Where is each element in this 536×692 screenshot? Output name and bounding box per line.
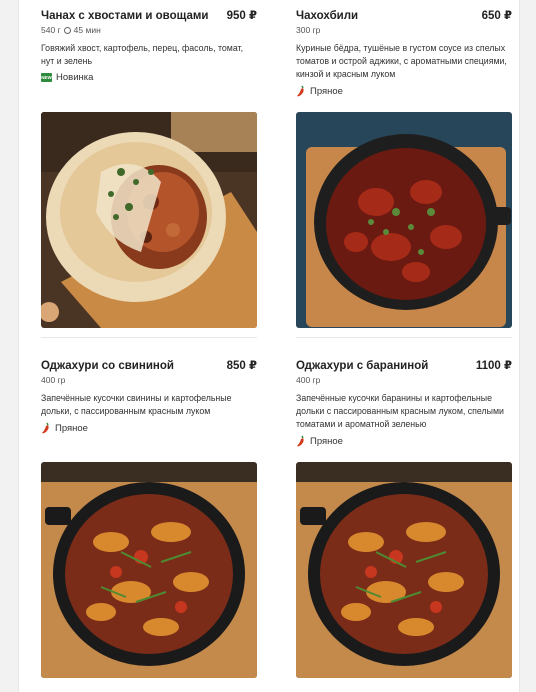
- menu-item-card[interactable]: Оджахури с бараниной 1100 ₽ 400 гр Запеч…: [296, 358, 512, 447]
- item-tag: Пряное: [296, 435, 512, 447]
- item-weight: 540 г: [41, 25, 61, 35]
- chili-pepper-icon: [297, 435, 304, 447]
- item-tag-label: Новинка: [56, 72, 94, 83]
- item-time: 45 мин: [73, 25, 101, 35]
- item-tag: Пряное: [296, 85, 512, 97]
- new-badge-icon: NEW: [41, 73, 52, 82]
- item-title: Чанах с хвостами и овощами: [41, 10, 209, 22]
- item-description: Куриные бёдра, тушёные в густом соусе из…: [296, 43, 507, 79]
- item-photo[interactable]: [296, 462, 512, 678]
- item-meta: 400 гр: [41, 375, 257, 385]
- item-description: Запечённые кусочки свинины и картофельны…: [41, 393, 232, 416]
- dish-photo-odjakhuri-lamb: [296, 462, 512, 678]
- menu-item-card[interactable]: Чанах с хвостами и овощами 950 ₽ 540 г 4…: [41, 8, 257, 83]
- chili-pepper-icon: [297, 85, 304, 97]
- item-meta: 300 гр: [296, 25, 512, 35]
- item-title: Оджахури со свининой: [41, 360, 174, 372]
- item-price: 650 ₽: [481, 10, 512, 22]
- item-price: 950 ₽: [226, 10, 257, 22]
- item-tag: Пряное: [41, 422, 257, 434]
- chili-pepper-icon: [42, 422, 49, 434]
- clock-icon: [63, 26, 71, 34]
- item-weight: 400 гр: [296, 375, 321, 385]
- dish-photo-bread-bowl: [41, 112, 257, 328]
- item-title: Оджахури с бараниной: [296, 360, 429, 372]
- divider: [41, 337, 257, 338]
- item-tag-label: Пряное: [55, 422, 88, 434]
- item-title: Чахохбили: [296, 10, 359, 22]
- dish-photo-chakhokhbili: [296, 112, 512, 328]
- item-description: Говяжий хвост, картофель, перец, фасоль,…: [41, 43, 244, 66]
- item-tag-label: Пряное: [310, 85, 343, 97]
- item-weight: 400 гр: [41, 375, 66, 385]
- menu-page: Чанах с хвостами и овощами 950 ₽ 540 г 4…: [18, 0, 520, 692]
- item-weight: 300 гр: [296, 25, 321, 35]
- menu-item-card[interactable]: Оджахури со свининой 850 ₽ 400 гр Запечё…: [41, 358, 257, 434]
- item-photo[interactable]: [296, 112, 512, 328]
- item-tag: NEW Новинка: [41, 72, 257, 83]
- menu-item-card[interactable]: Чахохбили 650 ₽ 300 гр Куриные бёдра, ту…: [296, 8, 512, 97]
- item-meta: 400 гр: [296, 375, 512, 385]
- item-price: 850 ₽: [226, 360, 257, 372]
- item-price: 1100 ₽: [475, 360, 512, 372]
- item-description: Запечённые кусочки баранины и картофельн…: [296, 393, 504, 429]
- divider: [296, 337, 512, 338]
- item-photo[interactable]: [41, 112, 257, 328]
- item-tag-label: Пряное: [310, 435, 343, 447]
- item-photo[interactable]: [41, 462, 257, 678]
- dish-photo-odjakhuri-pork: [41, 462, 257, 678]
- item-meta: 540 г 45 мин: [41, 25, 257, 35]
